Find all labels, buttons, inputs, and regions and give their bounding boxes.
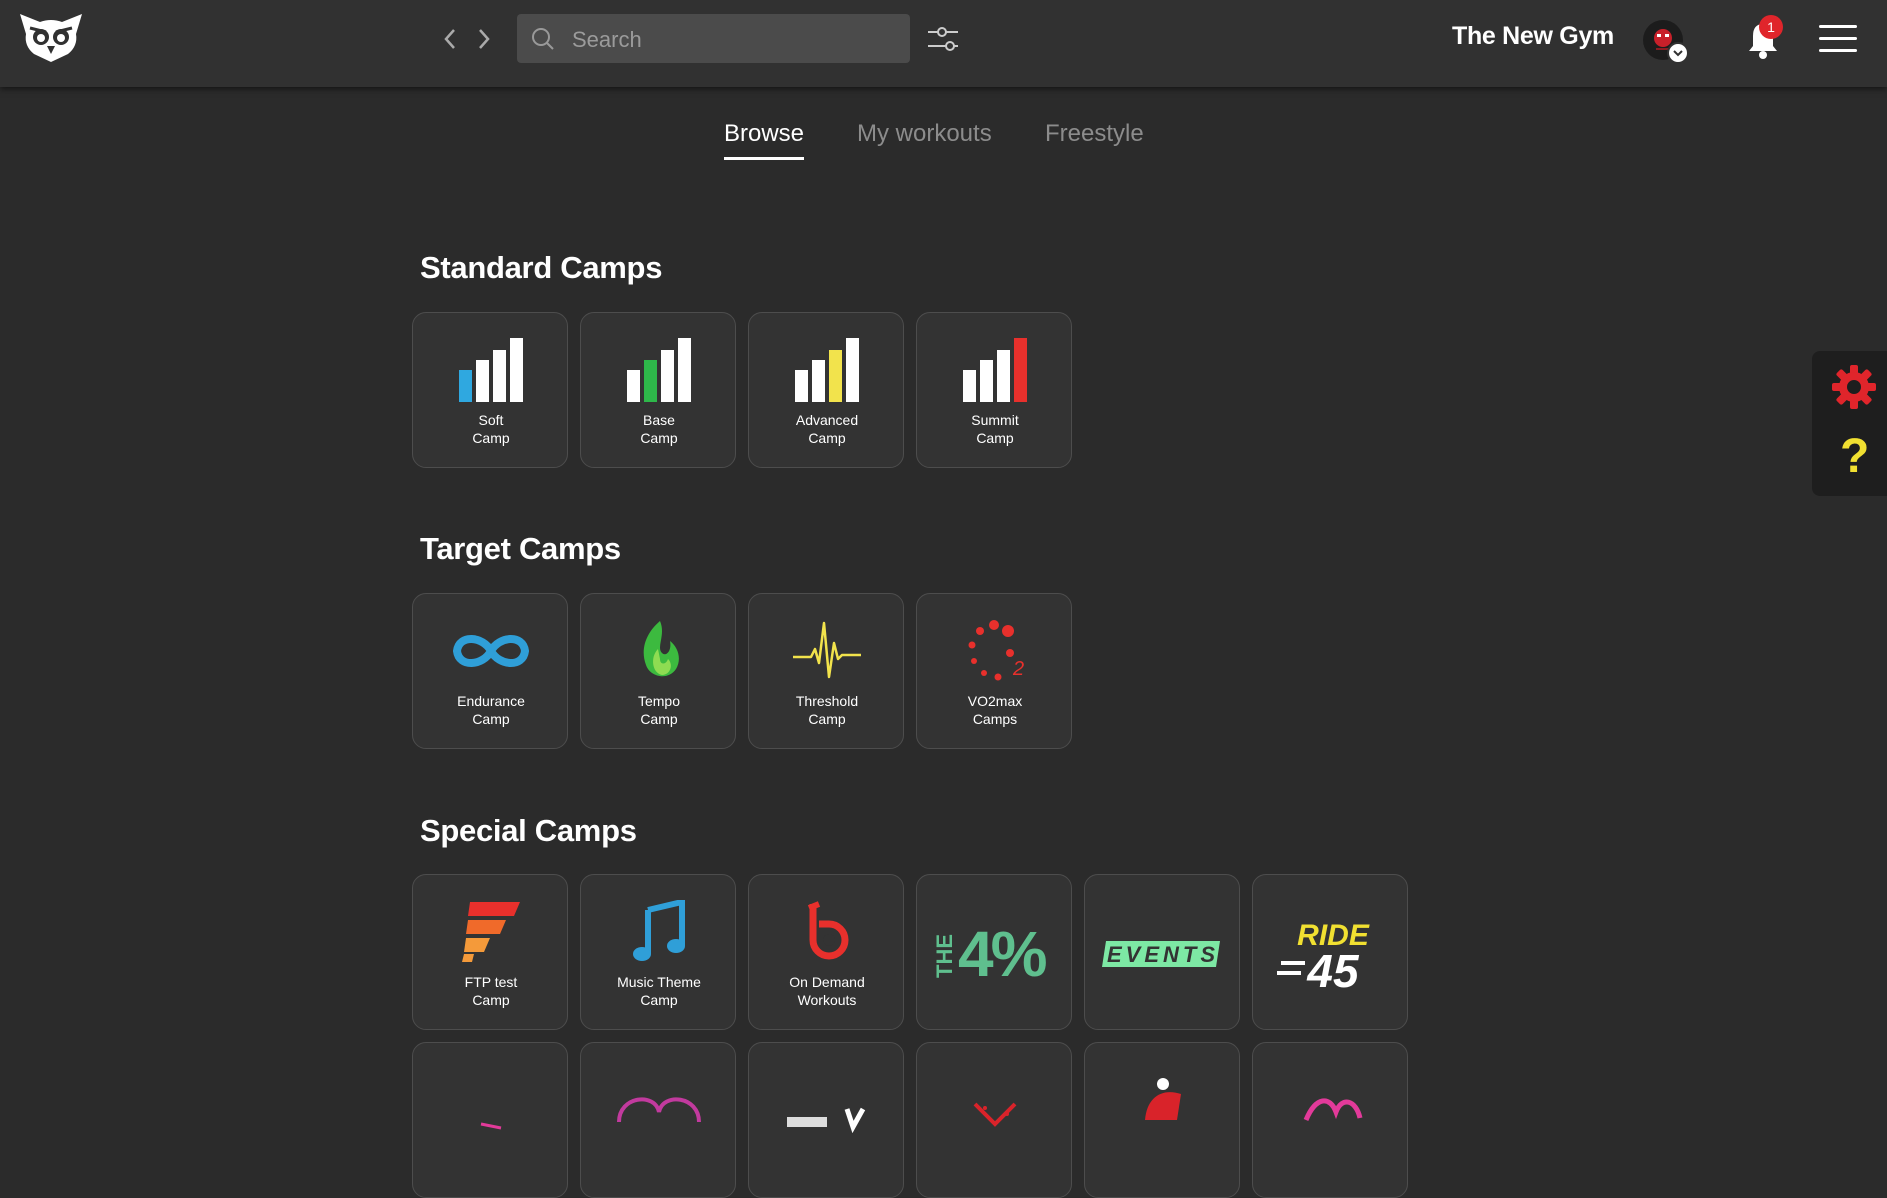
search-input[interactable]: [570, 14, 904, 65]
notification-badge: 1: [1759, 15, 1783, 39]
mixed-logo-icon: [787, 1107, 866, 1133]
camp-card-vo2max[interactable]: 2 VO2max Camps: [916, 593, 1072, 749]
section-title-special: Special Camps: [420, 813, 637, 848]
card-label: Advanced: [795, 412, 859, 428]
camp-card-on-demand[interactable]: On Demand Workouts: [748, 874, 904, 1030]
the-4-percent-logo: THE 4%: [932, 918, 1050, 988]
ride-45-logo: RIDE 45: [1277, 919, 1370, 993]
help-question-icon[interactable]: ?: [1840, 433, 1869, 481]
tab-browse[interactable]: Browse: [724, 120, 805, 160]
card-label: Camps: [972, 711, 1018, 727]
card-label: Music Theme: [617, 974, 701, 990]
tab-my-workouts[interactable]: My workouts: [857, 120, 992, 157]
camp-card-advanced[interactable]: Advanced Camp: [748, 312, 904, 468]
svg-text:45: 45: [1306, 945, 1360, 993]
owl-logo-icon[interactable]: [18, 12, 84, 64]
ftp-icon: [462, 902, 520, 962]
pink-graffiti-logo: [1303, 1098, 1363, 1122]
camp-card-summit[interactable]: Summit Camp: [916, 312, 1072, 468]
chevron-right-icon: [479, 29, 490, 49]
card-label: Tempo: [637, 693, 681, 709]
camp-card-base[interactable]: Base Camp: [580, 312, 736, 468]
on-demand-icon: [807, 901, 849, 960]
signal-bars-icon: [795, 338, 859, 402]
camp-card-the-4-percent[interactable]: THE 4%: [916, 874, 1072, 1030]
music-note-icon: [633, 900, 685, 961]
pink-logo-icon: [480, 1122, 502, 1130]
card-label: Camp: [976, 430, 1014, 446]
card-label: VO2max: [967, 693, 1023, 709]
section-title-target: Target Camps: [420, 531, 621, 566]
card-label: Camp: [640, 711, 678, 727]
top-bar: The New Gym 1: [0, 0, 1887, 87]
camp-card-partial[interactable]: [412, 1042, 568, 1198]
card-label: Camp: [472, 711, 510, 727]
chevron-down-icon: [1667, 42, 1689, 64]
card-label: Endurance: [457, 693, 525, 709]
camp-card-endurance[interactable]: Endurance Camp: [412, 593, 568, 749]
camp-card-music-theme[interactable]: Music Theme Camp: [580, 874, 736, 1030]
forward-button[interactable]: [471, 24, 497, 54]
card-label: Threshold: [795, 693, 859, 709]
gym-name[interactable]: The New Gym: [1400, 22, 1614, 51]
card-label: On Demand: [789, 974, 865, 990]
camp-card-partial[interactable]: [748, 1042, 904, 1198]
camp-card-partial[interactable]: [1084, 1042, 1240, 1198]
camp-card-partial[interactable]: [1252, 1042, 1408, 1198]
card-label: Camp: [640, 430, 678, 446]
hamburger-menu-icon[interactable]: [1819, 25, 1857, 55]
camp-card-threshold[interactable]: Threshold Camp: [748, 593, 904, 749]
camp-card-ftp-test[interactable]: FTP test Camp: [412, 874, 568, 1030]
santa-hat-icon: [1145, 1078, 1181, 1120]
events-logo: EVENTS: [1102, 941, 1220, 967]
card-label: Soft: [478, 412, 504, 428]
card-label: Camp: [472, 992, 510, 1008]
tab-freestyle[interactable]: Freestyle: [1045, 120, 1144, 157]
camp-card-partial[interactable]: [916, 1042, 1072, 1198]
svg-text:EVENTS: EVENTS: [1107, 942, 1219, 967]
camp-card-tempo[interactable]: Tempo Camp: [580, 593, 736, 749]
card-label: Camp: [472, 430, 510, 446]
chevron-left-icon: [444, 29, 455, 49]
card-label: Summit: [971, 412, 1019, 428]
back-button[interactable]: [437, 24, 463, 54]
camp-card-events[interactable]: EVENTS: [1084, 874, 1240, 1030]
card-label: Camp: [808, 711, 846, 727]
camp-card-soft[interactable]: Soft Camp: [412, 312, 568, 468]
infinity-icon: [452, 635, 530, 667]
section-title-standard: Standard Camps: [420, 250, 663, 285]
signal-bars-icon: [459, 338, 523, 402]
svg-text:THE: THE: [932, 934, 957, 978]
vo2-dots-icon: 2: [968, 620, 1024, 681]
card-label: Camp: [640, 992, 678, 1008]
card-label: FTP test: [464, 974, 518, 990]
svg-text:2: 2: [1012, 658, 1024, 680]
gear-icon[interactable]: [1832, 365, 1876, 409]
camp-card-ride-45[interactable]: RIDE 45: [1252, 874, 1408, 1030]
card-label: Camp: [808, 430, 846, 446]
red-splash-logo: [973, 1102, 1017, 1127]
side-help-panel: ?: [1812, 351, 1887, 496]
svg-text:4%: 4%: [958, 918, 1047, 988]
search-box: [517, 14, 910, 65]
user-avatar[interactable]: [1643, 20, 1689, 64]
card-label: Workouts: [797, 992, 857, 1008]
camp-card-partial[interactable]: [580, 1042, 736, 1198]
signal-bars-icon: [627, 338, 691, 402]
filter-sliders-icon[interactable]: [926, 22, 960, 56]
main-tabs: Browse My workouts Freestyle: [0, 120, 1887, 170]
heart-script-logo: [617, 1097, 701, 1123]
flame-icon: [643, 621, 679, 677]
search-icon: [532, 28, 554, 50]
heartbeat-icon: [793, 621, 861, 679]
signal-bars-icon: [963, 338, 1027, 402]
card-label: Base: [643, 412, 675, 428]
